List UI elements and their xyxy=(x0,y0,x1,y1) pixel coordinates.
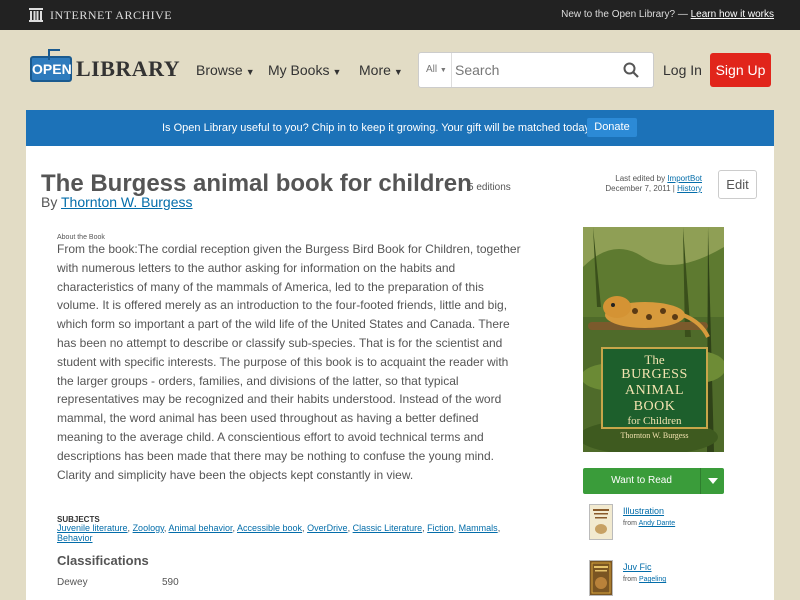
search-scope-label: All xyxy=(426,64,438,75)
classification-key: Dewey xyxy=(57,577,88,588)
last-edited-date: December 7, 2011 xyxy=(605,184,671,193)
last-edited-info: Last edited by ImportBot December 7, 201… xyxy=(605,174,702,193)
book-page-content: The Burgess animal book for children 5 e… xyxy=(26,146,774,600)
caret-down-icon: ▼ xyxy=(393,67,403,77)
cover-line: for Children xyxy=(627,415,682,427)
edition-publisher: from Pageling xyxy=(623,576,666,583)
subject-link[interactable]: Accessible book xyxy=(237,523,302,533)
cover-title-plate: The BURGESS ANIMAL BOOK for Children Tho… xyxy=(601,347,708,440)
edition-thumbnail[interactable] xyxy=(589,504,613,540)
nav-more-label: More xyxy=(359,62,391,78)
publisher-link[interactable]: Andy Dante xyxy=(639,520,676,527)
search-input[interactable] xyxy=(455,53,615,87)
subject-link[interactable]: Zoology xyxy=(133,523,164,533)
classifications-title: Classifications xyxy=(57,553,149,568)
reading-list-dropdown-icon[interactable] xyxy=(700,468,724,494)
classification-value: 590 xyxy=(162,577,179,588)
subject-link[interactable]: OverDrive xyxy=(307,523,348,533)
subject-link[interactable]: Fiction xyxy=(427,523,454,533)
caret-down-icon: ▼ xyxy=(332,67,342,77)
edit-button[interactable]: Edit xyxy=(718,170,757,199)
book-cover-image[interactable]: The BURGESS ANIMAL BOOK for Children Tho… xyxy=(583,227,724,452)
subjects-list: Juvenile literature, Zoology, Animal beh… xyxy=(57,523,501,543)
want-to-read-button[interactable]: Want to Read xyxy=(583,468,724,494)
byline: By Thornton W. Burgess xyxy=(41,194,193,210)
internet-archive-logo-text: Internet Archive xyxy=(50,7,173,22)
learn-how-it-works-link[interactable]: Learn how it works xyxy=(691,9,774,20)
book-description: From the book:The cordial reception give… xyxy=(57,242,521,482)
internet-archive-logo[interactable]: Internet Archive xyxy=(28,7,172,23)
open-sign-icon: OPEN xyxy=(30,56,72,82)
donate-button[interactable]: Donate xyxy=(587,118,637,137)
nav-my-books-label: My Books xyxy=(268,62,330,78)
nav-browse[interactable]: Browse ▼ xyxy=(196,62,255,78)
edition-cover-thumbnail xyxy=(590,561,612,595)
edition-item[interactable]: Illustration from Andy Dante xyxy=(589,504,749,550)
ia-tagline: New to the Open Library? — Learn how it … xyxy=(561,9,774,20)
caret-down-icon: ▼ xyxy=(245,67,255,77)
site-header: OPEN LIBRARY Browse ▼ My Books ▼ More ▼ All… xyxy=(0,30,800,110)
last-edited-label: Last edited by xyxy=(615,174,666,183)
signup-button[interactable]: Sign Up xyxy=(710,53,771,87)
cover-line: The xyxy=(644,352,665,367)
ia-tagline-text: New to the Open Library? — xyxy=(561,9,688,20)
edition-publisher: from Andy Dante xyxy=(623,520,675,527)
last-edited-by-link[interactable]: ImportBot xyxy=(667,174,702,183)
donation-banner: Is Open Library useful to you? Chip in t… xyxy=(26,110,774,146)
edition-thumbnail[interactable] xyxy=(589,560,613,596)
edition-cover-thumbnail xyxy=(590,505,612,539)
search-scope-select[interactable]: All ▼ xyxy=(419,53,452,87)
search-icon[interactable] xyxy=(623,62,639,78)
edition-title-link[interactable]: Juv Fic xyxy=(623,562,652,572)
caret-down-icon: ▼ xyxy=(439,67,447,74)
archive-building-icon xyxy=(29,8,43,22)
internet-archive-bar: Internet Archive New to the Open Library… xyxy=(0,0,800,30)
edition-item[interactable]: Juv Fic from Pageling xyxy=(589,560,749,600)
nav-browse-label: Browse xyxy=(196,62,243,78)
search-bar: All ▼ xyxy=(418,52,654,88)
want-to-read-label: Want to Read xyxy=(611,475,672,486)
login-link[interactable]: Log In xyxy=(663,62,702,78)
subject-link[interactable]: Classic Literature xyxy=(353,523,423,533)
edition-from-label: from xyxy=(623,576,637,583)
cover-line: ANIMAL BOOK xyxy=(625,383,684,414)
edition-from-label: from xyxy=(623,520,637,527)
author-link[interactable]: Thornton W. Burgess xyxy=(61,194,193,210)
open-library-logo[interactable]: OPEN LIBRARY xyxy=(30,50,180,86)
subject-link[interactable]: Juvenile literature xyxy=(57,523,128,533)
publisher-link[interactable]: Pageling xyxy=(639,576,666,583)
donation-banner-text: Is Open Library useful to you? Chip in t… xyxy=(162,122,594,134)
cover-line: BURGESS xyxy=(621,367,688,382)
logo-library-text: LIBRARY xyxy=(76,56,181,81)
subject-link[interactable]: Mammals xyxy=(459,523,498,533)
subject-link[interactable]: Animal behavior xyxy=(168,523,232,533)
subject-link[interactable]: Behavior xyxy=(57,533,93,543)
byline-by: By xyxy=(41,194,58,210)
cover-author: Thornton W. Burgess xyxy=(620,431,689,440)
edition-title-link[interactable]: Illustration xyxy=(623,506,664,516)
nav-more[interactable]: More ▼ xyxy=(359,62,403,78)
editions-count: 5 editions xyxy=(468,182,511,193)
nav-my-books[interactable]: My Books ▼ xyxy=(268,62,341,78)
history-link[interactable]: History xyxy=(677,184,702,193)
